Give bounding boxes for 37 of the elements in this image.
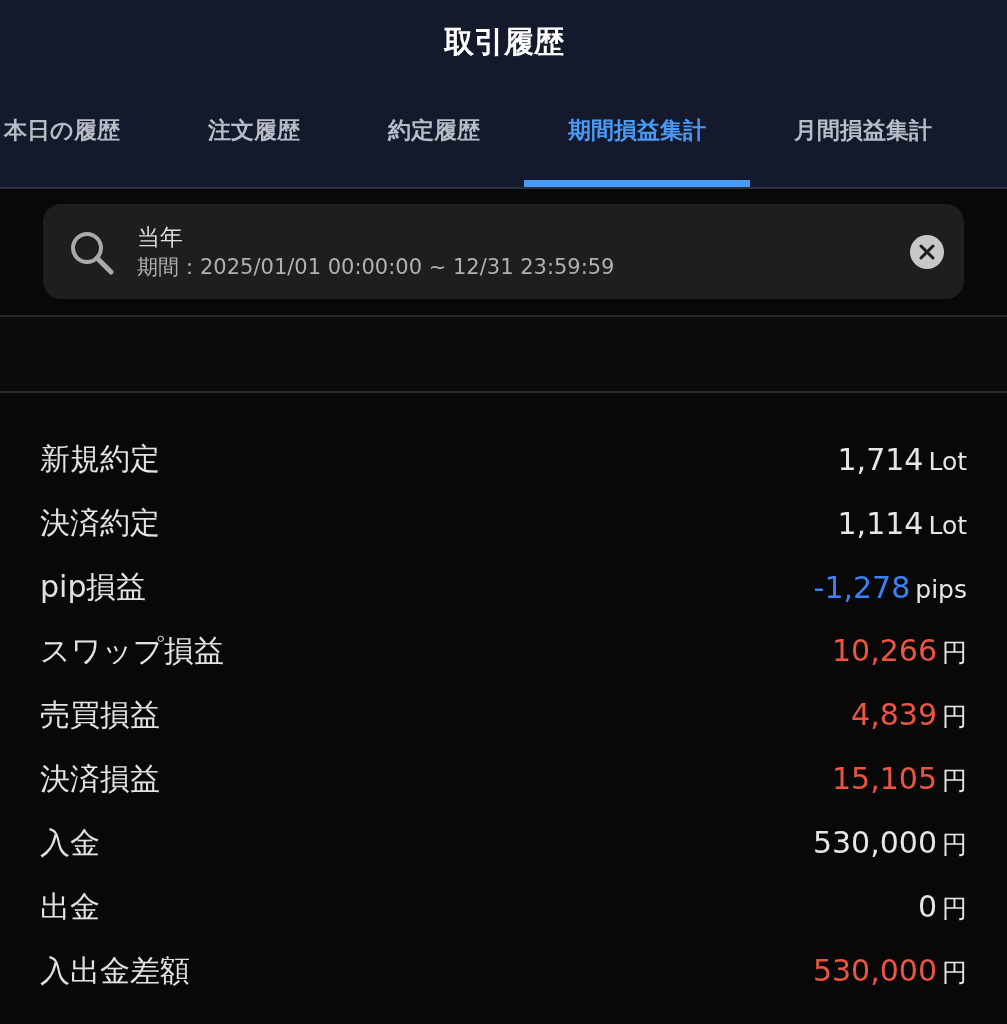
row-value: 530,000 bbox=[812, 825, 937, 860]
row-value: -1,278 bbox=[813, 569, 911, 605]
unit-label: 円 bbox=[942, 957, 967, 989]
row-value: 1,114 bbox=[837, 505, 924, 541]
unit-label: 円 bbox=[942, 765, 967, 797]
unit-label: Lot bbox=[928, 446, 967, 476]
row-label: スワップ損益 bbox=[40, 631, 224, 670]
tab[interactable]: 期間損益集計 bbox=[524, 105, 750, 187]
row-label: pip損益 bbox=[40, 567, 147, 606]
search-period: 期間：2025/01/01 00:00:00 ~ 12/31 23:59:59 bbox=[137, 253, 616, 281]
row-value: 1,714 bbox=[837, 441, 924, 477]
row-label: 出金 bbox=[40, 887, 100, 926]
unit-label: Lot bbox=[928, 510, 967, 540]
row-value: 15,105 bbox=[832, 761, 937, 796]
row-value: 10,266 bbox=[832, 633, 937, 668]
tab[interactable]: 注文履歴 bbox=[164, 105, 344, 187]
clear-icon[interactable] bbox=[910, 234, 944, 269]
search-field[interactable]: 当年 期間：2025/01/01 00:00:00 ~ 12/31 23:59:59 bbox=[43, 204, 964, 299]
row-value: 530,000 bbox=[812, 953, 937, 988]
row-label: 入出金差額 bbox=[40, 951, 190, 990]
row-label: 入金 bbox=[40, 823, 100, 862]
screen-title: 取引履歴 bbox=[443, 23, 564, 61]
unit-label: 円 bbox=[942, 893, 967, 925]
unit-label: 円 bbox=[942, 829, 967, 861]
tab[interactable]: 本日の履歴 bbox=[0, 105, 164, 187]
row-value: 0 bbox=[917, 889, 937, 924]
unit-label: pips bbox=[915, 574, 967, 604]
row-label: 決済損益 bbox=[40, 759, 160, 798]
tab[interactable]: 約定履歴 bbox=[344, 105, 524, 187]
unit-label: 円 bbox=[942, 701, 967, 733]
unit-label: 円 bbox=[942, 637, 967, 669]
row-value: 4,839 bbox=[851, 697, 937, 732]
tab[interactable]: 月間損益集計 bbox=[750, 105, 976, 187]
row-label: 決済約定 bbox=[40, 503, 160, 542]
search-title: 当年 bbox=[137, 222, 184, 252]
row-label: 新規約定 bbox=[40, 439, 160, 478]
row-label: 売買損益 bbox=[40, 695, 160, 734]
